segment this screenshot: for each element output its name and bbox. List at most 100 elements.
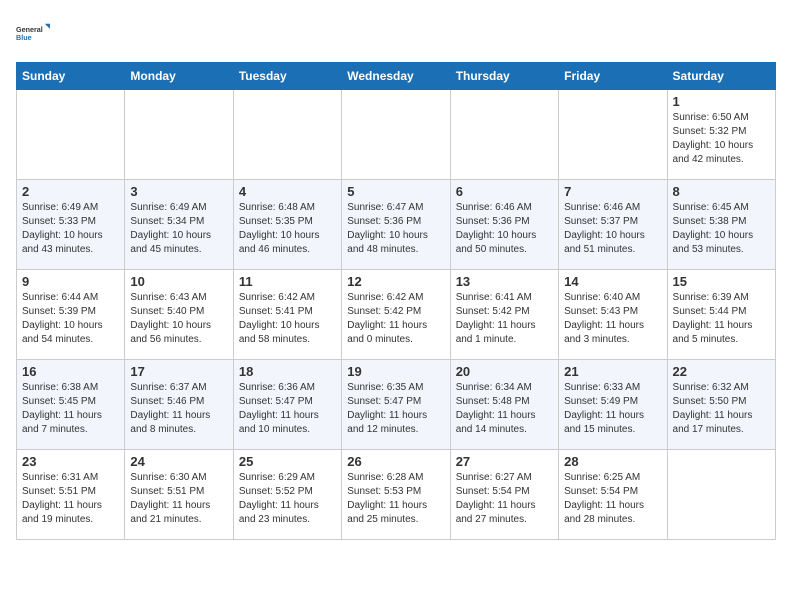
calendar-cell [125,90,233,180]
day-info: Sunrise: 6:30 AM Sunset: 5:51 PM Dayligh… [130,471,227,527]
day-info: Sunrise: 6:45 AM Sunset: 5:38 PM Dayligh… [673,201,770,257]
calendar-week-5: 23 Sunrise: 6:31 AM Sunset: 5:51 PM Dayli… [17,450,776,540]
day-number: 27 [456,454,553,469]
day-number: 21 [564,364,661,379]
day-info: Sunrise: 6:42 AM Sunset: 5:42 PM Dayligh… [347,291,444,347]
calendar-week-3: 9 Sunrise: 6:44 AM Sunset: 5:39 PM Daylig… [17,270,776,360]
day-number: 10 [130,274,227,289]
day-info: Sunrise: 6:31 AM Sunset: 5:51 PM Dayligh… [22,471,119,527]
calendar-cell: 24 Sunrise: 6:30 AM Sunset: 5:51 PM Dayli… [125,450,233,540]
calendar-cell [17,90,125,180]
day-info: Sunrise: 6:44 AM Sunset: 5:39 PM Dayligh… [22,291,119,347]
day-info: Sunrise: 6:28 AM Sunset: 5:53 PM Dayligh… [347,471,444,527]
day-number: 22 [673,364,770,379]
day-info: Sunrise: 6:41 AM Sunset: 5:42 PM Dayligh… [456,291,553,347]
day-info: Sunrise: 6:48 AM Sunset: 5:35 PM Dayligh… [239,201,336,257]
calendar-body: 1Sunrise: 6:50 AM Sunset: 5:32 PM Daylig… [17,90,776,540]
day-number: 15 [673,274,770,289]
day-info: Sunrise: 6:32 AM Sunset: 5:50 PM Dayligh… [673,381,770,437]
calendar-cell: 20Sunrise: 6:34 AM Sunset: 5:48 PM Dayli… [450,360,558,450]
calendar-cell: 8 Sunrise: 6:45 AM Sunset: 5:38 PM Daylig… [667,180,775,270]
day-info: Sunrise: 6:37 AM Sunset: 5:46 PM Dayligh… [130,381,227,437]
day-info: Sunrise: 6:43 AM Sunset: 5:40 PM Dayligh… [130,291,227,347]
calendar-week-2: 2 Sunrise: 6:49 AM Sunset: 5:33 PM Daylig… [17,180,776,270]
day-info: Sunrise: 6:39 AM Sunset: 5:44 PM Dayligh… [673,291,770,347]
calendar-cell: 18Sunrise: 6:36 AM Sunset: 5:47 PM Dayli… [233,360,341,450]
calendar-cell: 6 Sunrise: 6:46 AM Sunset: 5:36 PM Daylig… [450,180,558,270]
calendar-cell: 17 Sunrise: 6:37 AM Sunset: 5:46 PM Dayli… [125,360,233,450]
svg-text:Blue: Blue [16,33,32,42]
calendar-cell: 11 Sunrise: 6:42 AM Sunset: 5:41 PM Dayli… [233,270,341,360]
calendar-cell: 27 Sunrise: 6:27 AM Sunset: 5:54 PM Dayli… [450,450,558,540]
logo-icon: GeneralBlue [16,16,52,52]
calendar-cell: 5Sunrise: 6:47 AM Sunset: 5:36 PM Daylig… [342,180,450,270]
day-info: Sunrise: 6:36 AM Sunset: 5:47 PM Dayligh… [239,381,336,437]
day-info: Sunrise: 6:46 AM Sunset: 5:36 PM Dayligh… [456,201,553,257]
day-number: 16 [22,364,119,379]
svg-text:General: General [16,25,43,34]
day-number: 28 [564,454,661,469]
calendar-cell: 25 Sunrise: 6:29 AM Sunset: 5:52 PM Dayli… [233,450,341,540]
col-header-monday: Monday [125,63,233,90]
day-info: Sunrise: 6:27 AM Sunset: 5:54 PM Dayligh… [456,471,553,527]
page-header: GeneralBlue [16,16,776,52]
day-info: Sunrise: 6:25 AM Sunset: 5:54 PM Dayligh… [564,471,661,527]
calendar-cell: 7Sunrise: 6:46 AM Sunset: 5:37 PM Daylig… [559,180,667,270]
logo: GeneralBlue [16,16,52,52]
calendar-cell: 13 Sunrise: 6:41 AM Sunset: 5:42 PM Dayli… [450,270,558,360]
day-info: Sunrise: 6:29 AM Sunset: 5:52 PM Dayligh… [239,471,336,527]
calendar-cell [342,90,450,180]
day-info: Sunrise: 6:42 AM Sunset: 5:41 PM Dayligh… [239,291,336,347]
calendar-cell [667,450,775,540]
calendar-cell [559,90,667,180]
day-number: 8 [673,184,770,199]
day-number: 26 [347,454,444,469]
calendar-cell: 1Sunrise: 6:50 AM Sunset: 5:32 PM Daylig… [667,90,775,180]
calendar-cell: 15 Sunrise: 6:39 AM Sunset: 5:44 PM Dayli… [667,270,775,360]
col-header-thursday: Thursday [450,63,558,90]
col-header-sunday: Sunday [17,63,125,90]
day-info: Sunrise: 6:47 AM Sunset: 5:36 PM Dayligh… [347,201,444,257]
day-number: 1 [673,94,770,109]
calendar-cell: 28 Sunrise: 6:25 AM Sunset: 5:54 PM Dayli… [559,450,667,540]
day-number: 13 [456,274,553,289]
day-info: Sunrise: 6:40 AM Sunset: 5:43 PM Dayligh… [564,291,661,347]
calendar-header-row: SundayMondayTuesdayWednesdayThursdayFrid… [17,63,776,90]
calendar-cell: 12 Sunrise: 6:42 AM Sunset: 5:42 PM Dayli… [342,270,450,360]
calendar-table: SundayMondayTuesdayWednesdayThursdayFrid… [16,62,776,540]
day-number: 17 [130,364,227,379]
calendar-cell: 2 Sunrise: 6:49 AM Sunset: 5:33 PM Daylig… [17,180,125,270]
col-header-saturday: Saturday [667,63,775,90]
calendar-cell: 9 Sunrise: 6:44 AM Sunset: 5:39 PM Daylig… [17,270,125,360]
calendar-cell: 22 Sunrise: 6:32 AM Sunset: 5:50 PM Dayli… [667,360,775,450]
day-number: 14 [564,274,661,289]
calendar-cell: 23 Sunrise: 6:31 AM Sunset: 5:51 PM Dayli… [17,450,125,540]
calendar-cell: 21Sunrise: 6:33 AM Sunset: 5:49 PM Dayli… [559,360,667,450]
day-number: 6 [456,184,553,199]
calendar-cell: 16 Sunrise: 6:38 AM Sunset: 5:45 PM Dayli… [17,360,125,450]
calendar-cell: 10 Sunrise: 6:43 AM Sunset: 5:40 PM Dayli… [125,270,233,360]
day-number: 12 [347,274,444,289]
col-header-friday: Friday [559,63,667,90]
calendar-cell: 19Sunrise: 6:35 AM Sunset: 5:47 PM Dayli… [342,360,450,450]
day-number: 4 [239,184,336,199]
calendar-week-4: 16 Sunrise: 6:38 AM Sunset: 5:45 PM Dayli… [17,360,776,450]
col-header-wednesday: Wednesday [342,63,450,90]
day-number: 7 [564,184,661,199]
day-number: 24 [130,454,227,469]
calendar-cell [450,90,558,180]
day-number: 11 [239,274,336,289]
day-number: 25 [239,454,336,469]
calendar-cell: 26 Sunrise: 6:28 AM Sunset: 5:53 PM Dayli… [342,450,450,540]
day-number: 3 [130,184,227,199]
day-info: Sunrise: 6:49 AM Sunset: 5:34 PM Dayligh… [130,201,227,257]
calendar-cell [233,90,341,180]
day-number: 9 [22,274,119,289]
day-info: Sunrise: 6:35 AM Sunset: 5:47 PM Dayligh… [347,381,444,437]
col-header-tuesday: Tuesday [233,63,341,90]
day-info: Sunrise: 6:49 AM Sunset: 5:33 PM Dayligh… [22,201,119,257]
calendar-cell: 14 Sunrise: 6:40 AM Sunset: 5:43 PM Dayli… [559,270,667,360]
day-number: 2 [22,184,119,199]
day-number: 23 [22,454,119,469]
day-info: Sunrise: 6:38 AM Sunset: 5:45 PM Dayligh… [22,381,119,437]
